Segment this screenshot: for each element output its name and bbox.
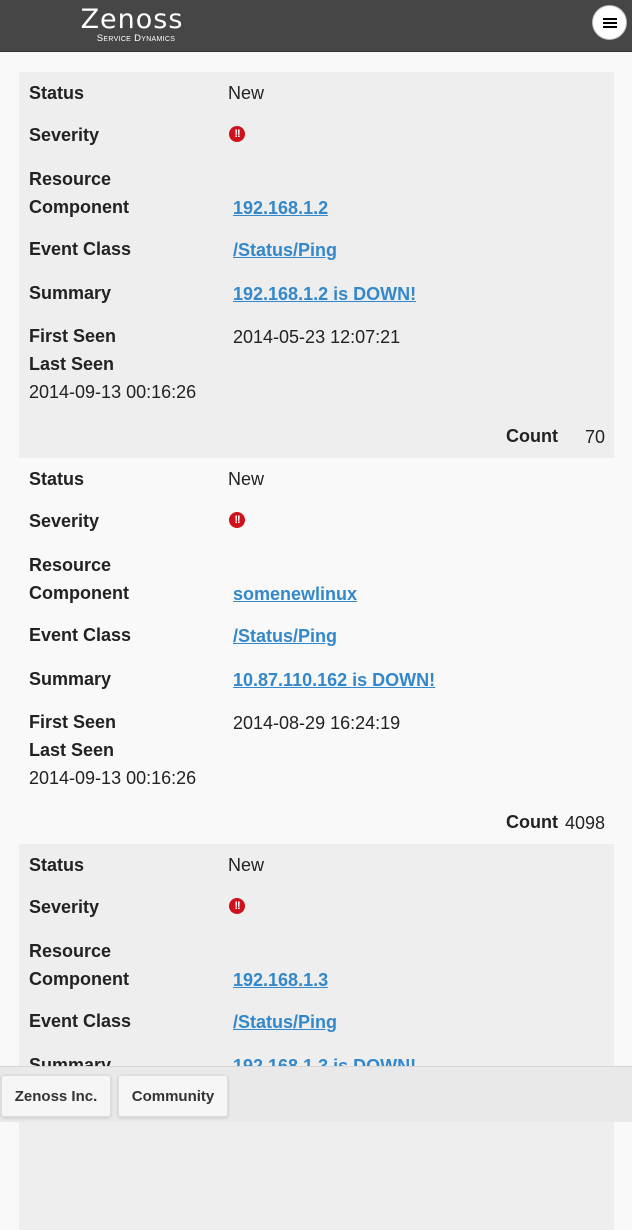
- logo-text: Zenoss: [80, 4, 184, 35]
- zenoss-logo[interactable]: Zenoss Service Dynamics: [72, 6, 192, 44]
- status-value: New: [228, 469, 265, 489]
- resource-label: Resource: [29, 555, 112, 575]
- count-label: Count: [506, 426, 558, 446]
- summary-link[interactable]: 192.168.1.2 is DOWN!: [233, 283, 416, 305]
- menu-button[interactable]: [592, 5, 627, 40]
- footer-nav: Zenoss Inc. Community: [0, 1066, 632, 1122]
- summary-label: Summary: [29, 283, 112, 303]
- event-card[interactable]: Status New Severity !! Resource Componen…: [19, 458, 614, 844]
- critical-severity-icon: !!: [229, 126, 245, 142]
- critical-severity-icon: !!: [229, 898, 245, 914]
- first-seen-value: 2014-05-23 12:07:21: [233, 327, 401, 347]
- first-seen-label: First Seen: [29, 326, 117, 346]
- component-label: Component: [29, 583, 129, 603]
- event-class-link[interactable]: /Status/Ping: [233, 239, 337, 261]
- event-class-label: Event Class: [29, 625, 132, 645]
- event-class-link[interactable]: /Status/Ping: [233, 625, 337, 647]
- first-seen-value: 2014-08-29 16:24:19: [233, 713, 401, 733]
- zenoss-inc-button[interactable]: Zenoss Inc.: [1, 1075, 111, 1117]
- component-link[interactable]: 192.168.1.2: [233, 197, 328, 219]
- summary-label: Summary: [29, 669, 112, 689]
- event-card[interactable]: Status New Severity !! Resource Componen…: [19, 844, 614, 1230]
- status-label: Status: [29, 855, 85, 875]
- last-seen-value: 2014-09-13 00:16:26: [29, 382, 197, 402]
- count-value: 4098: [564, 813, 605, 833]
- logo-subtitle: Service Dynamics: [96, 33, 176, 44]
- status-value: New: [228, 855, 265, 875]
- count-label: Count: [506, 812, 558, 832]
- status-value: New: [228, 83, 265, 103]
- component-link[interactable]: somenewlinux: [233, 583, 357, 605]
- status-label: Status: [29, 83, 85, 103]
- severity-label: Severity: [29, 897, 100, 917]
- component-label: Component: [29, 969, 129, 989]
- community-button[interactable]: Community: [118, 1075, 228, 1117]
- event-list: Status New Severity !! Resource Componen…: [19, 72, 614, 1230]
- last-seen-value: 2014-09-13 00:16:26: [29, 768, 197, 788]
- resource-label: Resource: [29, 941, 112, 961]
- resource-label: Resource: [29, 169, 112, 189]
- critical-severity-icon: !!: [229, 512, 245, 528]
- component-link[interactable]: 192.168.1.3: [233, 969, 328, 991]
- first-seen-label: First Seen: [29, 712, 117, 732]
- severity-label: Severity: [29, 511, 100, 531]
- event-card[interactable]: Status New Severity !! Resource Componen…: [19, 72, 614, 458]
- status-label: Status: [29, 469, 85, 489]
- app-header: Zenoss Service Dynamics: [0, 0, 632, 52]
- count-value: 70: [584, 427, 605, 447]
- event-class-link[interactable]: /Status/Ping: [233, 1011, 337, 1033]
- severity-label: Severity: [29, 125, 100, 145]
- event-class-label: Event Class: [29, 239, 132, 259]
- last-seen-label: Last Seen: [29, 354, 115, 374]
- summary-link[interactable]: 10.87.110.162 is DOWN!: [233, 669, 435, 691]
- event-class-label: Event Class: [29, 1011, 132, 1031]
- last-seen-label: Last Seen: [29, 740, 115, 760]
- component-label: Component: [29, 197, 129, 217]
- hamburger-icon: [602, 17, 617, 28]
